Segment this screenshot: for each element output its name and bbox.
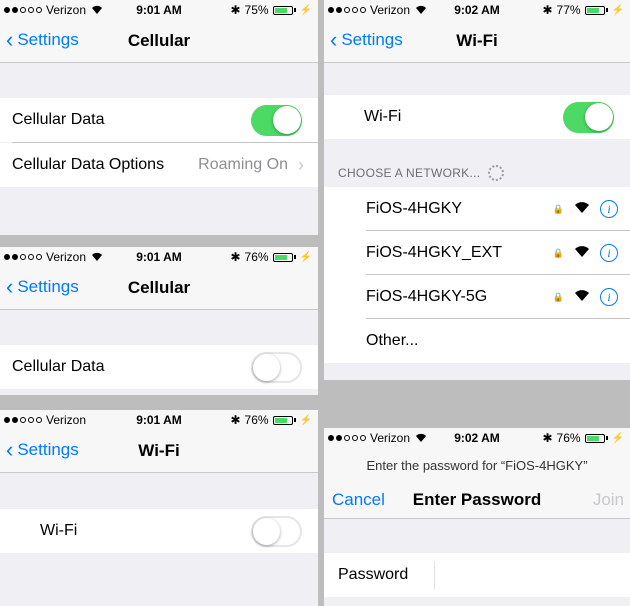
battery-percent: 76% <box>556 431 581 445</box>
charging-icon: ⚡ <box>299 4 312 16</box>
bluetooth-icon: ✱ <box>230 3 241 17</box>
cellular-data-toggle[interactable] <box>251 351 302 383</box>
bluetooth-icon: ✱ <box>230 413 241 427</box>
options-value: Roaming On <box>198 156 288 173</box>
network-name: FiOS-4HGKY_EXT <box>366 244 503 261</box>
password-row: Password <box>324 553 630 597</box>
battery-percent: 75% <box>244 3 269 17</box>
bluetooth-icon: ✱ <box>542 3 553 17</box>
password-label: Password <box>338 566 409 583</box>
wifi-toggle[interactable] <box>251 515 302 547</box>
battery-fill <box>586 7 599 13</box>
join-button[interactable]: Join <box>593 490 624 510</box>
wifi-signal-icon <box>574 244 590 262</box>
password-prompt: Enter the password for “FiOS-4HGKY” <box>366 458 588 473</box>
status-bar: Verizon 9:01 AM ✱ 76% ⚡ <box>0 410 318 430</box>
page-title: Wi-Fi <box>138 441 180 460</box>
battery-icon <box>272 252 293 262</box>
battery-fill <box>586 435 599 441</box>
spinner-icon <box>488 165 505 181</box>
wifi-networks-screen: Verizon 9:02 AM ✱ 77% ⚡ ‹ Settings Wi-Fi … <box>324 0 630 380</box>
battery-fill <box>274 254 287 260</box>
page-title: Enter Password <box>412 490 542 509</box>
cellular-data-label: Cellular Data <box>12 111 105 128</box>
wifi-toggle[interactable] <box>563 101 614 133</box>
info-icon[interactable]: i <box>600 288 618 306</box>
network-row[interactable]: FiOS-4HGKY_EXT 🔒 i <box>324 231 630 275</box>
battery-percent: 76% <box>244 250 269 264</box>
wifi-row: Wi-Fi <box>324 95 630 139</box>
status-bar: Verizon 9:01 AM ✱ 76% ⚡ <box>0 247 318 267</box>
wifi-signal-icon <box>574 288 590 306</box>
status-bar: Verizon 9:01 AM ✱ 75% ⚡ <box>0 0 318 20</box>
page-title: Cellular <box>127 278 191 297</box>
wifi-label: Wi-Fi <box>364 108 402 125</box>
cellular-data-options-row[interactable]: Cellular Data Options Roaming On › <box>0 143 318 187</box>
cellular-off-screen: Verizon 9:01 AM ✱ 76% ⚡ ‹ Settings Cellul… <box>0 247 318 395</box>
wifi-signal-icon <box>574 200 590 218</box>
lock-icon: 🔒 <box>552 291 564 302</box>
password-nav: Enter the password for “FiOS-4HGKY” Canc… <box>324 448 630 519</box>
page-title: Wi-Fi <box>456 31 498 50</box>
status-bar: Verizon 9:02 AM ✱ 77% ⚡ <box>324 0 630 20</box>
battery-icon <box>272 5 293 15</box>
nav-bar: ‹ Settings Wi-Fi <box>0 430 318 473</box>
battery-icon <box>584 5 605 15</box>
charging-icon: ⚡ <box>299 251 312 263</box>
cellular-data-row: Cellular Data <box>0 345 318 389</box>
section-header: CHOOSE A NETWORK... <box>338 165 505 181</box>
other-network-row[interactable]: Other... <box>324 319 630 363</box>
info-icon[interactable]: i <box>600 244 618 262</box>
enter-password-screen: Verizon 9:02 AM ✱ 76% ⚡ Enter the passwo… <box>324 428 630 606</box>
charging-icon: ⚡ <box>299 414 312 426</box>
info-icon[interactable]: i <box>600 200 618 218</box>
wifi-off-screen: Verizon 9:01 AM ✱ 76% ⚡ ‹ Settings Wi-Fi … <box>0 410 318 606</box>
bluetooth-icon: ✱ <box>230 250 241 264</box>
network-name: FiOS-4HGKY-5G <box>366 288 488 305</box>
choose-network-label: CHOOSE A NETWORK... <box>338 166 481 180</box>
battery-fill <box>274 7 287 13</box>
cellular-on-screen: Verizon 9:01 AM ✱ 75% ⚡ ‹ Settings Cellul… <box>0 0 318 235</box>
lock-icon: 🔒 <box>552 247 564 258</box>
options-label: Cellular Data Options <box>12 156 165 173</box>
cellular-data-toggle[interactable] <box>251 104 302 136</box>
status-bar: Verizon 9:02 AM ✱ 76% ⚡ <box>324 428 630 448</box>
wifi-label: Wi-Fi <box>40 522 78 539</box>
lock-icon: 🔒 <box>552 203 564 214</box>
other-network-label: Other... <box>366 332 419 349</box>
cellular-data-label: Cellular Data <box>12 358 105 375</box>
charging-icon: ⚡ <box>611 4 624 16</box>
bluetooth-icon: ✱ <box>542 431 553 445</box>
battery-fill <box>274 417 287 423</box>
battery-percent: 76% <box>244 413 269 427</box>
battery-icon <box>584 433 605 443</box>
wifi-row: Wi-Fi <box>0 509 318 553</box>
battery-percent: 77% <box>556 3 581 17</box>
nav-bar: ‹ Settings Wi-Fi <box>324 20 630 63</box>
network-name: FiOS-4HGKY <box>366 200 463 217</box>
password-field[interactable] <box>434 561 620 589</box>
battery-icon <box>272 415 293 425</box>
nav-bar: ‹ Settings Cellular <box>0 20 318 63</box>
network-row[interactable]: FiOS-4HGKY 🔒 i <box>324 187 630 231</box>
network-row[interactable]: FiOS-4HGKY-5G 🔒 i <box>324 275 630 319</box>
cellular-data-row: Cellular Data <box>0 98 318 142</box>
page-title: Cellular <box>127 31 191 50</box>
nav-bar: ‹ Settings Cellular <box>0 267 318 310</box>
chevron-right-icon: › <box>298 154 304 175</box>
charging-icon: ⚡ <box>611 432 624 444</box>
